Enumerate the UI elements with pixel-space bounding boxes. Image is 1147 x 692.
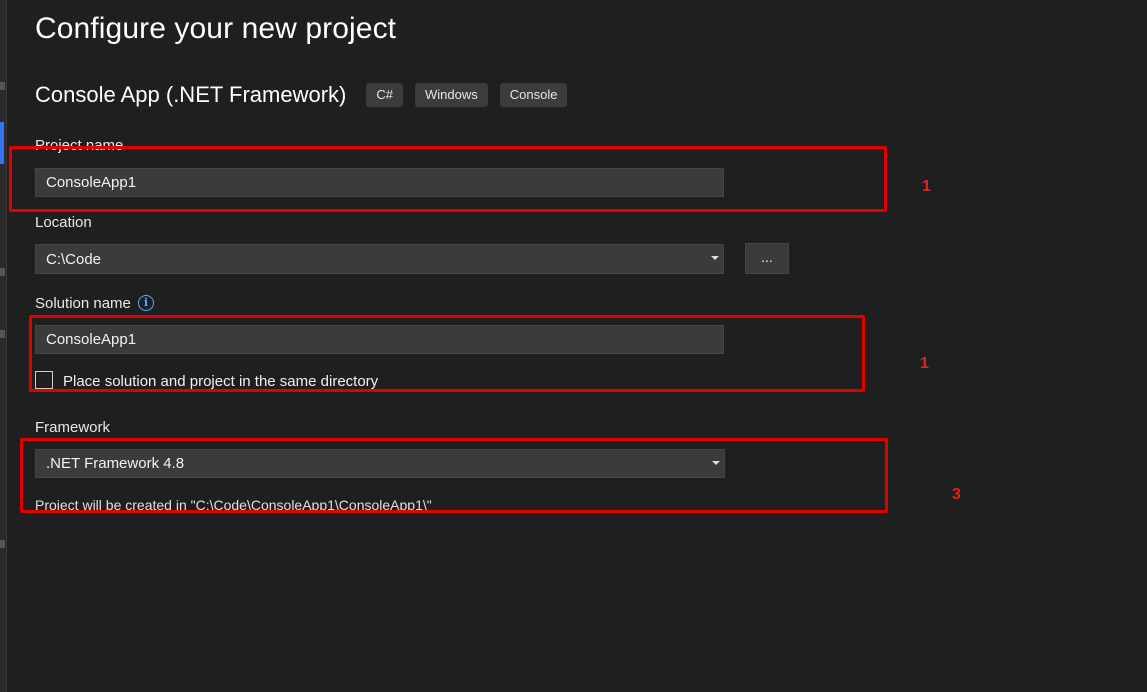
edge-glyph bbox=[0, 82, 5, 90]
chevron-down-icon[interactable] bbox=[711, 256, 719, 260]
location-label: Location bbox=[35, 214, 92, 231]
framework-label: Framework bbox=[35, 419, 111, 436]
annotation-number-1: 1 bbox=[922, 178, 931, 195]
browse-location-button[interactable]: ... bbox=[745, 243, 789, 274]
edge-glyph bbox=[0, 268, 5, 276]
annotation-number-3: 3 bbox=[952, 486, 961, 503]
edge-glyph bbox=[0, 330, 5, 338]
edge-accent bbox=[0, 122, 4, 164]
location-value: C:\Code bbox=[46, 250, 102, 268]
edge-glyph bbox=[0, 540, 5, 548]
page-title: Configure your new project bbox=[35, 12, 397, 45]
tag-language: C# bbox=[366, 83, 403, 107]
background-window-edge bbox=[0, 0, 7, 692]
configure-project-dialog: Configure your new project Console App (… bbox=[0, 0, 1147, 692]
annotation-box-1 bbox=[9, 146, 887, 212]
info-icon[interactable]: i bbox=[138, 295, 154, 311]
template-info: Console App (.NET Framework) C# Windows … bbox=[35, 82, 579, 108]
annotation-box-3 bbox=[20, 438, 888, 513]
tag-platform: Windows bbox=[415, 83, 488, 107]
annotation-number-2: 1 bbox=[920, 355, 929, 372]
annotation-box-2 bbox=[29, 315, 865, 392]
tag-project-type: Console bbox=[499, 83, 568, 107]
template-name: Console App (.NET Framework) bbox=[35, 82, 347, 107]
location-combobox[interactable]: C:\Code bbox=[35, 244, 724, 274]
solution-name-label: Solution name bbox=[35, 295, 131, 312]
